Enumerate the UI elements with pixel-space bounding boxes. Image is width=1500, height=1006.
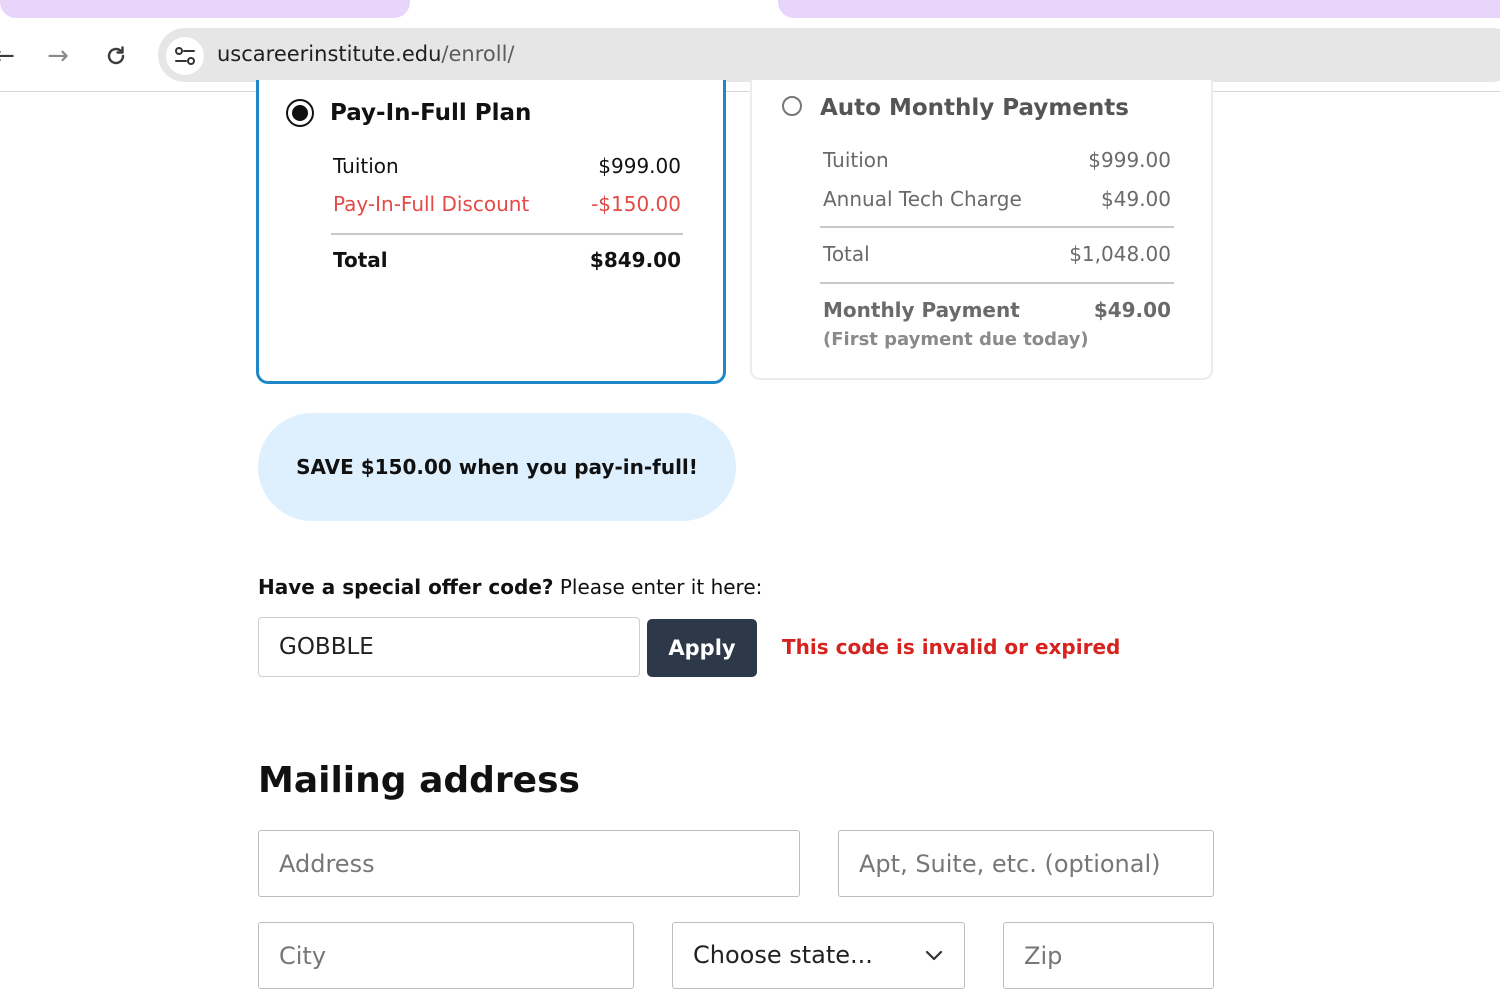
reload-icon[interactable]: [98, 38, 134, 74]
tuition-value: $999.00: [598, 154, 681, 178]
total-value: $849.00: [589, 248, 681, 272]
divider: [820, 282, 1174, 284]
total-label: Total: [823, 242, 870, 266]
tech-charge-value: $49.00: [1101, 187, 1171, 211]
offer-code-question: Have a special offer code?: [258, 575, 554, 599]
city-field[interactable]: [258, 922, 634, 989]
reload-icon-graphic: [107, 46, 125, 65]
tuition-value: $999.00: [1088, 148, 1171, 172]
zip-field[interactable]: [1003, 922, 1214, 989]
url-domain: uscareerinstitute.edu: [217, 42, 442, 66]
total-label: Total: [333, 248, 388, 272]
offer-code-input[interactable]: [258, 617, 640, 677]
apply-button[interactable]: Apply: [647, 619, 757, 677]
discount-label: Pay-In-Full Discount: [333, 192, 530, 216]
monthly-payment-value: $49.00: [1093, 298, 1171, 322]
chevron-down-icon: [925, 950, 943, 961]
total-value: $1,048.00: [1069, 242, 1171, 266]
tab-strip: [0, 0, 1500, 28]
arrow-left-icon[interactable]: ←: [0, 38, 22, 74]
browser-tab[interactable]: [0, 0, 410, 18]
url-text: uscareerinstitute.edu/enroll/: [217, 42, 514, 66]
address-bar[interactable]: uscareerinstitute.edu/enroll/: [158, 28, 1500, 82]
url-path: /enroll/: [441, 42, 515, 66]
divider: [820, 226, 1174, 228]
radio-pay-in-full[interactable]: [286, 99, 314, 127]
state-select[interactable]: Choose state...: [672, 922, 965, 989]
arrow-right-icon[interactable]: →: [40, 38, 76, 74]
offer-code-instruction: Please enter it here:: [553, 575, 763, 599]
site-settings-icon[interactable]: [166, 37, 204, 75]
tuition-label: Tuition: [823, 148, 889, 172]
tuition-label: Tuition: [333, 154, 399, 178]
plan-title-pay-in-full[interactable]: Pay-In-Full Plan: [330, 100, 531, 126]
plan-title-monthly[interactable]: Auto Monthly Payments: [820, 95, 1129, 121]
apt-field[interactable]: [838, 830, 1214, 897]
offer-code-error: This code is invalid or expired: [782, 635, 1121, 659]
radio-monthly[interactable]: [782, 96, 802, 116]
offer-code-prompt: Have a special offer code? Please enter …: [258, 575, 762, 599]
browser-tab[interactable]: [778, 0, 1500, 18]
address-field[interactable]: [258, 830, 800, 897]
divider: [331, 233, 683, 235]
first-payment-note: (First payment due today): [823, 329, 1089, 350]
state-select-value: Choose state...: [693, 941, 873, 969]
savings-banner: SAVE $150.00 when you pay-in-full!: [258, 413, 736, 521]
tech-charge-label: Annual Tech Charge: [823, 187, 1022, 211]
mailing-address-title: Mailing address: [258, 760, 580, 801]
discount-value: -$150.00: [591, 192, 681, 216]
monthly-payment-label: Monthly Payment: [823, 298, 1020, 322]
